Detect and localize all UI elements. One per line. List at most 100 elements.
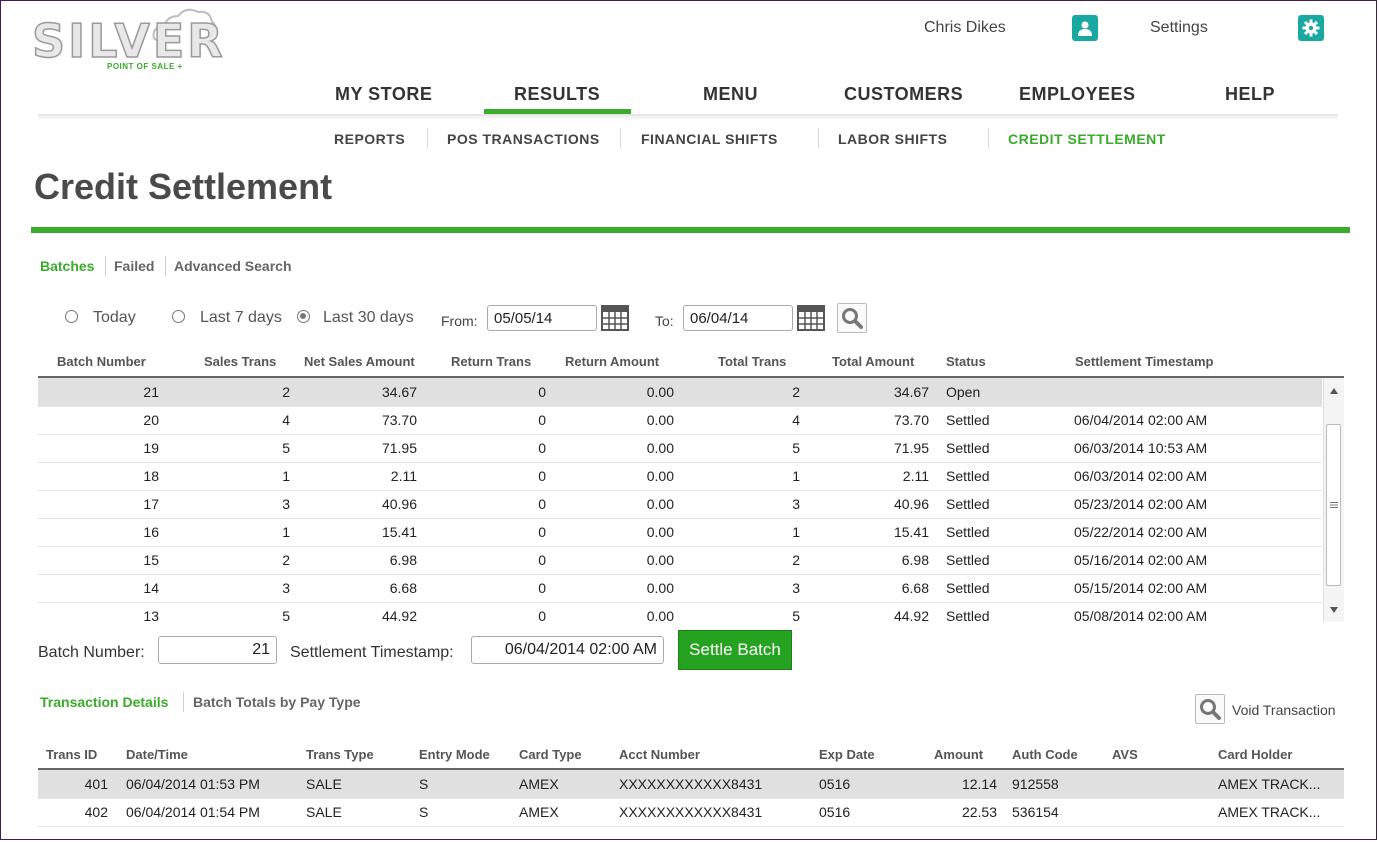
- tab-transaction-details[interactable]: Transaction Details: [40, 694, 168, 710]
- col-trans-type[interactable]: Trans Type: [306, 747, 374, 762]
- from-date-input[interactable]: [487, 305, 597, 331]
- tab-batches[interactable]: Batches: [40, 258, 94, 274]
- col-acct-number[interactable]: Acct Number: [619, 747, 700, 762]
- tab-failed[interactable]: Failed: [114, 258, 154, 274]
- batches-scrollbar[interactable]: [1323, 378, 1344, 622]
- nav-menu[interactable]: MENU: [703, 84, 758, 105]
- radio-today-label[interactable]: Today: [93, 309, 136, 327]
- table-row[interactable]: 19 5 71.95 0 0.00 5 71.95 Settled 06/03/2014 10:…: [38, 434, 1322, 463]
- settings-button[interactable]: [1298, 15, 1324, 41]
- subnav-separator: [988, 128, 989, 148]
- cell-batch-number: 13: [143, 608, 159, 622]
- radio-last-7-days[interactable]: [172, 310, 185, 323]
- nav-customers[interactable]: CUSTOMERS: [844, 84, 963, 105]
- table-row[interactable]: 18 1 2.11 0 0.00 1 2.11 Settled 06/03/2014 02:00…: [38, 462, 1322, 491]
- settle-batch-button[interactable]: Settle Batch: [678, 630, 792, 670]
- cell-settlement-timestamp: 06/03/2014 02:00 AM: [1074, 468, 1208, 484]
- nav-my-store[interactable]: MY STORE: [335, 84, 432, 105]
- nav-employees[interactable]: EMPLOYEES: [1019, 84, 1136, 105]
- cell-card-holder: AMEX TRACK...: [1218, 804, 1321, 820]
- main-nav: MY STORE RESULTS MENU CUSTOMERS EMPLOYEE…: [300, 84, 1340, 114]
- from-label: From:: [441, 313, 478, 329]
- table-row[interactable]: 13 5 44.92 0 0.00 5 44.92 Settled 05/08/2014 02:…: [38, 602, 1322, 622]
- col-total-amount[interactable]: Total Amount: [832, 354, 914, 369]
- settings-link[interactable]: Settings: [1150, 19, 1208, 37]
- batch-number-label: Batch Number:: [38, 644, 145, 661]
- table-row[interactable]: 15 2 6.98 0 0.00 2 6.98 Settled 05/16/2014 02:00…: [38, 546, 1322, 575]
- col-sales-trans[interactable]: Sales Trans: [204, 354, 276, 369]
- cell-status: Settled: [946, 496, 990, 512]
- col-net-sales-amount[interactable]: Net Sales Amount: [304, 354, 415, 369]
- cell-total-trans: 5: [792, 608, 800, 622]
- tab-advanced-search[interactable]: Advanced Search: [174, 258, 292, 274]
- settlement-timestamp-label: Settlement Timestamp:: [290, 644, 454, 661]
- cell-settlement-timestamp: 05/22/2014 02:00 AM: [1074, 524, 1208, 540]
- to-date-input[interactable]: [683, 305, 793, 331]
- col-exp-date[interactable]: Exp Date: [819, 747, 875, 762]
- cell-return-trans: 0: [538, 384, 546, 400]
- void-search-button[interactable]: [1195, 694, 1225, 724]
- user-profile-button[interactable]: [1072, 15, 1098, 41]
- col-avs[interactable]: AVS: [1112, 747, 1138, 762]
- subnav-labor-shifts[interactable]: LABOR SHIFTS: [838, 131, 947, 147]
- col-return-trans[interactable]: Return Trans: [451, 354, 531, 369]
- col-return-amount[interactable]: Return Amount: [565, 354, 659, 369]
- cell-return-amount: 0.00: [646, 552, 674, 568]
- table-row[interactable]: 16 1 15.41 0 0.00 1 15.41 Settled 05/22/2014 02:…: [38, 518, 1322, 547]
- scroll-up-icon[interactable]: [1330, 388, 1338, 394]
- scroll-down-icon[interactable]: [1330, 607, 1338, 613]
- subnav-reports[interactable]: REPORTS: [334, 131, 405, 147]
- cell-net-sales-amount: 6.98: [389, 552, 417, 568]
- col-card-type[interactable]: Card Type: [519, 747, 582, 762]
- col-amount[interactable]: Amount: [934, 747, 983, 762]
- col-settlement-timestamp[interactable]: Settlement Timestamp: [1075, 354, 1213, 369]
- cell-batch-number: 21: [143, 384, 159, 400]
- col-auth-code[interactable]: Auth Code: [1012, 747, 1078, 762]
- radio-last-30-days[interactable]: [297, 310, 310, 323]
- cell-trans-id: 401: [84, 776, 108, 792]
- calendar-icon[interactable]: [601, 305, 629, 331]
- subnav-credit-settlement[interactable]: CREDIT SETTLEMENT: [1008, 131, 1166, 147]
- col-date-time[interactable]: Date/Time: [126, 747, 188, 762]
- col-status[interactable]: Status: [946, 354, 986, 369]
- cell-amount: 22.53: [961, 804, 997, 820]
- subnav-pos-transactions[interactable]: POS TRANSACTIONS: [447, 131, 600, 147]
- table-row[interactable]: 402 06/04/2014 01:54 PM SALE S AMEX XXXXXXXXX…: [38, 798, 1344, 827]
- void-transaction-link[interactable]: Void Transaction: [1232, 702, 1336, 718]
- cell-total-trans: 2: [792, 384, 800, 400]
- cell-return-trans: 0: [538, 580, 546, 596]
- col-entry-mode[interactable]: Entry Mode: [419, 747, 490, 762]
- table-row[interactable]: 401 06/04/2014 01:53 PM SALE S AMEX XXXXXXXXX…: [38, 770, 1344, 799]
- table-row[interactable]: 17 3 40.96 0 0.00 3 40.96 Settled 05/23/2014 02:…: [38, 490, 1322, 519]
- subnav-separator: [620, 128, 621, 148]
- search-icon: [1200, 699, 1221, 720]
- col-card-holder[interactable]: Card Holder: [1218, 747, 1292, 762]
- batch-number-input[interactable]: [158, 636, 277, 664]
- cell-sales-trans: 3: [282, 580, 290, 596]
- radio-last-30-days-label[interactable]: Last 30 days: [323, 309, 414, 327]
- nav-help[interactable]: HELP: [1225, 84, 1275, 105]
- col-trans-id[interactable]: Trans ID: [46, 747, 97, 762]
- table-row[interactable]: 21 2 34.67 0 0.00 2 34.67 Open: [38, 378, 1322, 407]
- settlement-timestamp-input[interactable]: [471, 636, 664, 664]
- cell-total-trans: 1: [792, 524, 800, 540]
- col-batch-number[interactable]: Batch Number: [57, 354, 146, 369]
- cell-status: Settled: [946, 412, 990, 428]
- radio-today[interactable]: [65, 310, 78, 323]
- table-row[interactable]: 14 3 6.68 0 0.00 3 6.68 Settled 05/15/2014 02:00…: [38, 574, 1322, 603]
- cell-sales-trans: 5: [282, 440, 290, 456]
- cell-return-trans: 0: [538, 412, 546, 428]
- user-name[interactable]: Chris Dikes: [924, 19, 1006, 37]
- subnav-financial-shifts[interactable]: FINANCIAL SHIFTS: [641, 131, 778, 147]
- calendar-icon[interactable]: [797, 305, 825, 331]
- radio-last-7-days-label[interactable]: Last 7 days: [200, 309, 282, 327]
- scrollbar-thumb[interactable]: [1326, 424, 1341, 586]
- nav-results[interactable]: RESULTS: [514, 84, 600, 105]
- table-row[interactable]: 20 4 73.70 0 0.00 4 73.70 Settled 06/04/2014 02:…: [38, 406, 1322, 435]
- search-button[interactable]: [837, 303, 867, 333]
- brand-tagline: POINT OF SALE +: [107, 62, 183, 71]
- tab-separator: [183, 692, 184, 712]
- cell-batch-number: 15: [143, 552, 159, 568]
- tab-batch-totals-by-pay-type[interactable]: Batch Totals by Pay Type: [193, 694, 361, 710]
- col-total-trans[interactable]: Total Trans: [718, 354, 786, 369]
